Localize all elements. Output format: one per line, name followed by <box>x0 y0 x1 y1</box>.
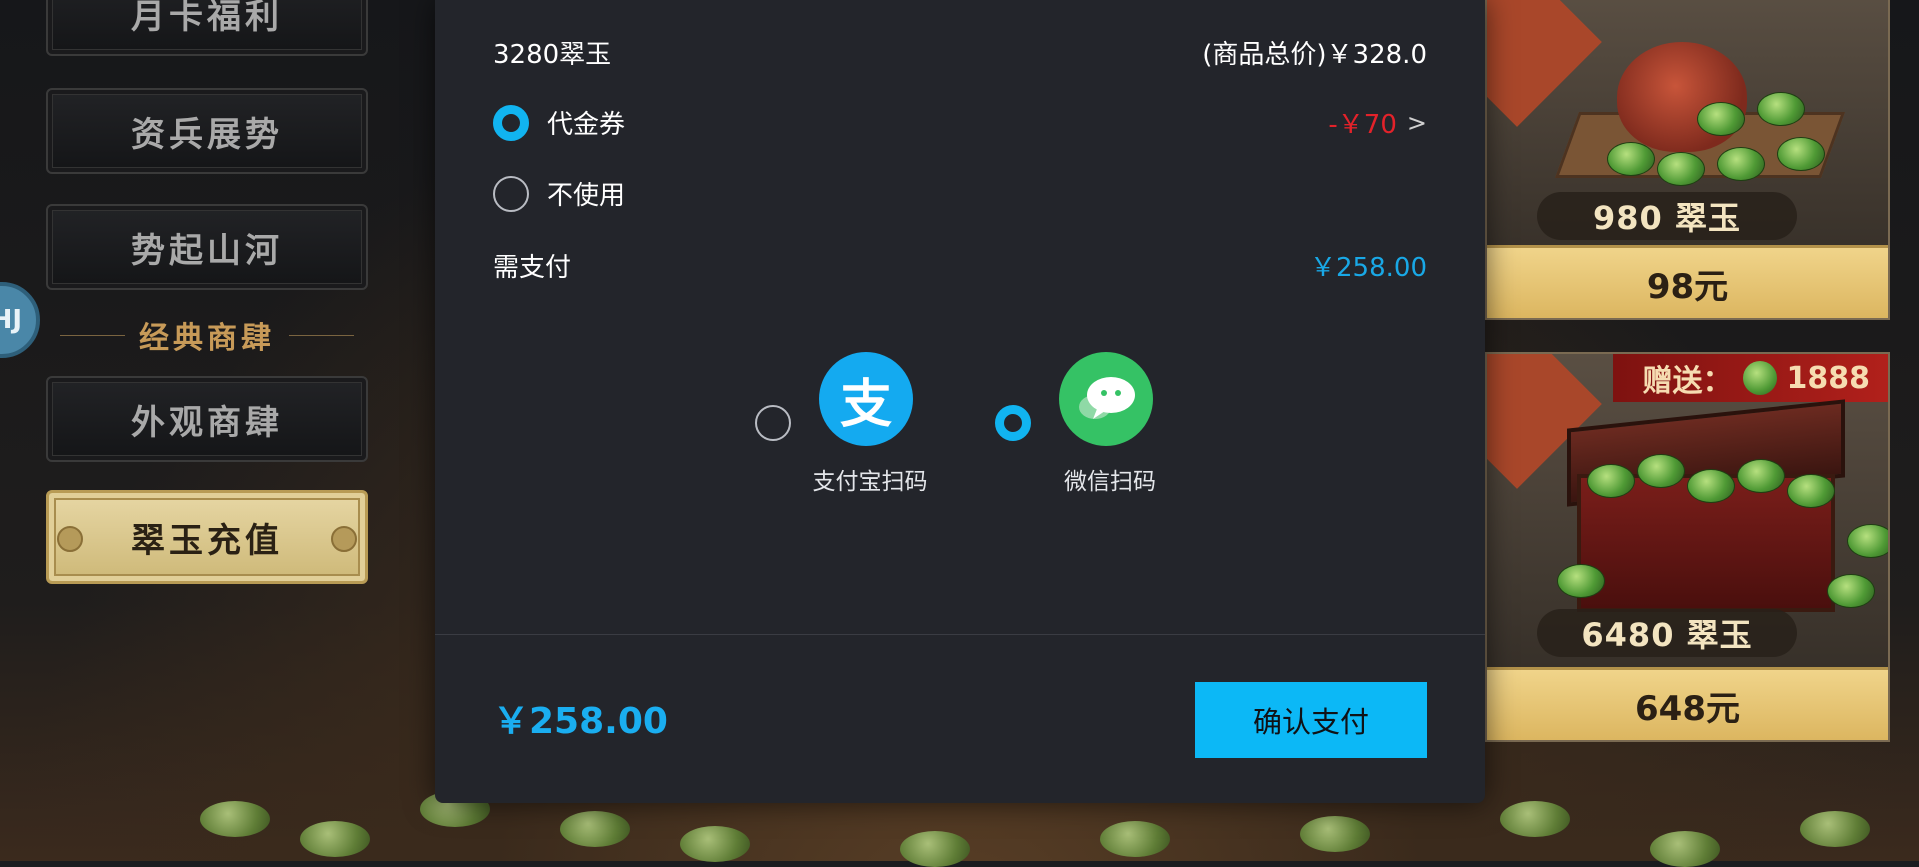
jade-bag-image <box>1547 32 1867 212</box>
wechat-radio[interactable] <box>995 405 1031 441</box>
voucher-label: 代金券 <box>547 110 626 140</box>
alipay-radio[interactable] <box>755 405 791 441</box>
price-label: 648元 <box>1487 667 1888 740</box>
chevron-right-icon: > <box>1406 108 1427 137</box>
no-voucher-label: 不使用 <box>547 181 626 211</box>
voucher-select[interactable]: -￥70 > <box>1328 104 1427 141</box>
gift-tag: 赠送： 1888 <box>1612 354 1888 402</box>
menu-item-troops[interactable]: 资兵展势 <box>46 88 368 174</box>
confirm-pay-button[interactable]: 确认支付 <box>1195 682 1427 758</box>
floating-assistant-ball[interactable]: HJ <box>0 282 40 358</box>
product-card[interactable]: 980 翠玉 98元 <box>1485 0 1890 320</box>
payment-method-alipay[interactable]: 支 支付宝扫码 <box>755 350 955 500</box>
alipay-icon[interactable]: 支 <box>819 352 913 446</box>
menu-item-jade-recharge[interactable]: 翠玉充值 <box>46 490 368 584</box>
section-label-classic-shop: 经典商肆 <box>46 315 368 356</box>
menu-item-appearance-shop[interactable]: 外观商肆 <box>46 376 368 462</box>
menu-item-monthly-card[interactable]: 月卡福利 <box>46 0 368 56</box>
footer-divider <box>435 634 1485 635</box>
wechat-caption: 微信扫码 <box>1064 469 1156 495</box>
payment-method-wechat[interactable]: 微信扫码 <box>995 350 1195 500</box>
menu-item-label: 势起山河 <box>131 230 283 271</box>
voucher-radio[interactable] <box>493 104 529 141</box>
menu-item-rise[interactable]: 势起山河 <box>46 204 368 290</box>
menu-item-label: 月卡福利 <box>131 0 283 37</box>
ornament-icon <box>57 526 83 552</box>
voucher-discount: -￥70 <box>1328 110 1397 140</box>
product-total: (商品总价)￥328.0 <box>1202 40 1427 70</box>
alipay-caption: 支付宝扫码 <box>812 469 928 495</box>
no-voucher-radio[interactable] <box>493 175 529 212</box>
wechat-icon[interactable] <box>1059 352 1153 446</box>
footer-total: ￥258.00 <box>493 701 668 742</box>
no-voucher-option[interactable]: 不使用 <box>493 175 1427 212</box>
menu-item-label: 资兵展势 <box>131 114 283 155</box>
need-pay-row: 需支付 ￥258.00 <box>493 247 1427 284</box>
wechat-bubble-icon <box>1079 377 1135 419</box>
menu-item-label: 翠玉充值 <box>131 520 283 561</box>
shop-side-menu: 月卡福利 资兵展势 势起山河 经典商肆 外观商肆 翠玉充值 HJ <box>0 0 420 861</box>
ornament-icon <box>331 526 357 552</box>
product-row: 3280翠玉 (商品总价)￥328.0 <box>493 34 1427 71</box>
voucher-option[interactable]: 代金券 -￥70 > <box>493 104 1427 141</box>
need-pay-value: ￥258.00 <box>1310 253 1427 283</box>
menu-item-label: 外观商肆 <box>131 402 283 443</box>
payment-methods: 支 支付宝扫码 微信扫码 <box>435 350 1485 500</box>
jade-amount: 6480 翠玉 <box>1537 609 1797 657</box>
jade-coin-icon <box>1742 361 1777 395</box>
payment-dialog: 3280翠玉 (商品总价)￥328.0 代金券 -￥70 > 不使用 需支付 ￥… <box>435 0 1485 803</box>
product-name: 3280翠玉 <box>493 40 612 70</box>
jade-amount: 980 翠玉 <box>1537 192 1797 240</box>
need-pay-label: 需支付 <box>493 253 572 283</box>
price-label: 98元 <box>1487 245 1888 318</box>
product-card[interactable]: 赠送： 1888 6480 翠玉 648元 <box>1485 352 1890 742</box>
jade-chest-image <box>1547 399 1888 624</box>
